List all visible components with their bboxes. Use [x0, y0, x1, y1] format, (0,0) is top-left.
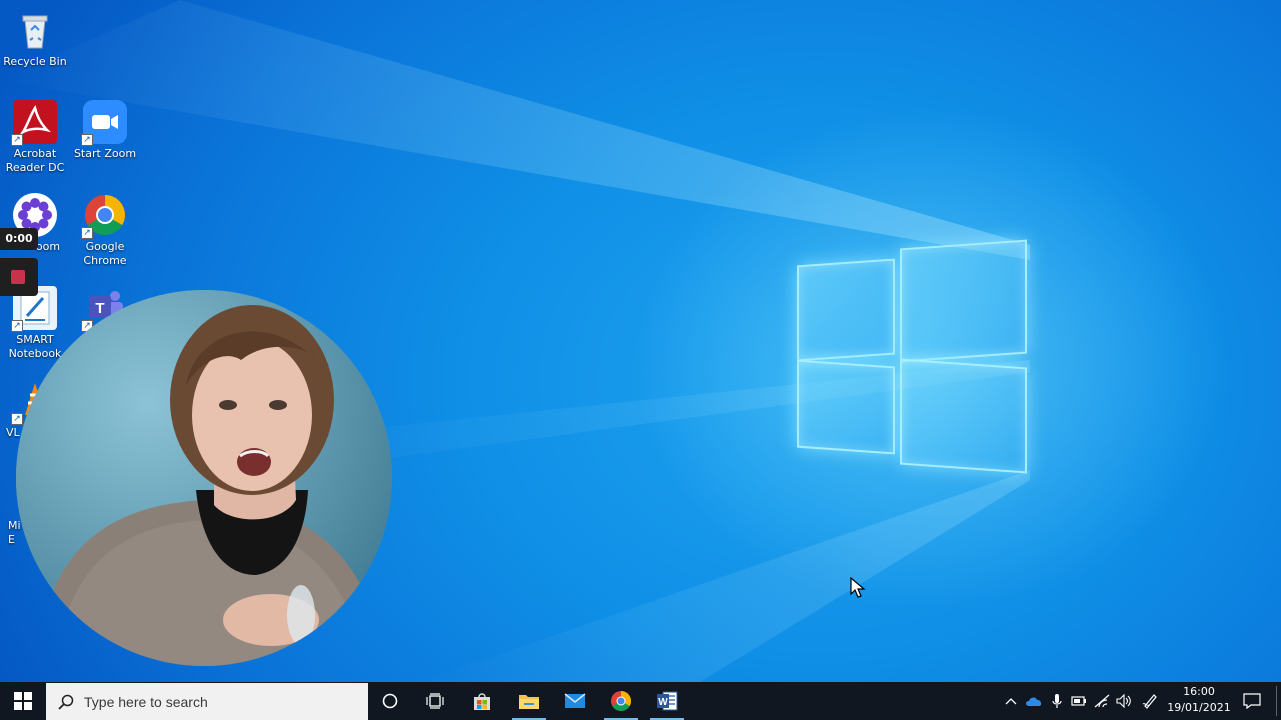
desktop-icon-acrobat[interactable]: ↗ Acrobat Reader DC — [0, 100, 70, 175]
cortana-button[interactable] — [368, 682, 412, 720]
windows-start-icon — [14, 692, 32, 710]
word-icon: W — [657, 691, 678, 711]
action-center-button[interactable] — [1236, 682, 1268, 720]
taskbar-clock[interactable]: 16:00 19/01/2021 — [1162, 684, 1236, 718]
mouse-cursor-icon — [850, 577, 866, 598]
svg-text:W: W — [658, 697, 668, 708]
cortana-circle-icon — [382, 693, 398, 709]
task-view-icon — [426, 693, 444, 709]
webcam-person-image — [16, 290, 392, 666]
recycle-bin-icon — [13, 8, 57, 52]
volume-icon — [1116, 694, 1131, 708]
acrobat-reader-icon: ↗ — [11, 100, 57, 146]
show-desktop-strip[interactable] — [1276, 686, 1277, 716]
onedrive-icon — [1026, 697, 1042, 706]
tray-pen-workspace[interactable] — [1138, 682, 1162, 720]
desktop-wallpaper: Recycle Bin ↗ Acrobat Reader DC ↗ Start … — [0, 0, 1281, 682]
tray-wifi[interactable] — [1091, 682, 1113, 720]
tray-battery[interactable] — [1068, 682, 1090, 720]
folder-icon — [519, 695, 539, 709]
zoom-icon: ↗ — [81, 100, 127, 146]
chrome-icon — [611, 691, 631, 711]
webcam-overlay[interactable] — [16, 290, 392, 666]
store-icon — [474, 693, 490, 710]
svg-text:T: T — [95, 300, 104, 317]
desktop-icon-label: Google Chrome — [83, 240, 127, 267]
taskbar-search-box[interactable]: Type here to search — [46, 683, 368, 720]
taskbar-file-explorer[interactable] — [506, 682, 552, 720]
search-placeholder: Type here to search — [84, 693, 208, 710]
start-button[interactable] — [0, 682, 46, 720]
tray-onedrive[interactable] — [1023, 682, 1045, 720]
task-view-button[interactable] — [412, 682, 458, 720]
clock-time: 16:00 — [1183, 685, 1215, 698]
desktop-icon-label: Acrobat Reader DC — [5, 147, 65, 174]
tray-show-hidden-button[interactable] — [1000, 682, 1022, 720]
clock-date: 19/01/2021 — [1167, 701, 1231, 714]
pen-icon — [1142, 694, 1157, 709]
desktop-icon-smart-notebook[interactable]: ↗ SMART Notebook — [0, 286, 70, 361]
chrome-icon: ↗ — [81, 193, 127, 239]
tray-microphone[interactable] — [1046, 682, 1068, 720]
recording-stop-button[interactable] — [0, 258, 38, 296]
tray-volume[interactable] — [1113, 682, 1135, 720]
taskbar-store[interactable] — [458, 682, 506, 720]
microphone-icon — [1052, 694, 1062, 708]
wifi-icon — [1094, 694, 1110, 708]
desktop-icon-label: Start Zoom — [73, 147, 137, 160]
desktop-icon-recycle-bin[interactable]: Recycle Bin — [0, 8, 70, 69]
taskbar-mail[interactable] — [552, 682, 598, 720]
desktop-icon-chrome[interactable]: ↗ Google Chrome — [70, 193, 140, 268]
taskbar-chrome[interactable] — [598, 682, 644, 720]
taskbar: Type here to search W 16:00 19/01/2021 — [0, 682, 1281, 720]
battery-icon — [1071, 696, 1086, 706]
search-icon — [58, 694, 74, 710]
taskbar-word[interactable]: W — [644, 682, 690, 720]
notification-icon — [1243, 693, 1261, 709]
desktop-icon-zoom[interactable]: ↗ Start Zoom — [70, 100, 140, 161]
desktop-icon-label: Recycle Bin — [3, 55, 67, 68]
mail-icon — [564, 693, 586, 708]
recording-timer: 0:00 — [0, 228, 38, 250]
chevron-up-icon — [1005, 698, 1017, 705]
stop-icon — [11, 270, 25, 284]
